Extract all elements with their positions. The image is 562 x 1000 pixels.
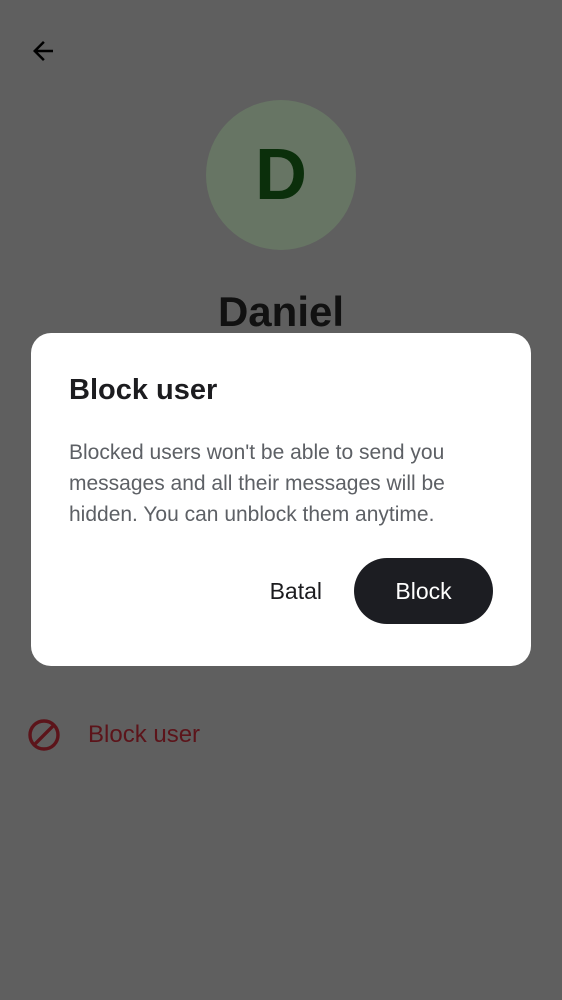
arrow-left-icon [33,41,53,61]
cancel-button[interactable]: Batal [254,558,338,624]
avatar: D [206,100,356,250]
block-user-dialog: Block user Blocked users won't be able t… [31,333,531,666]
block-user-row[interactable]: Block user [26,714,200,756]
dialog-actions: Batal Block [254,558,493,624]
profile-name: Daniel [217,288,345,335]
block-user-label: Block user [88,721,201,748]
back-button[interactable] [24,32,62,70]
screen: D Daniel Block user Block user Blocked u… [0,0,562,1000]
dialog-message: Blocked users won't be able to send you … [69,441,445,526]
block-icon [26,717,62,753]
avatar-letter: D [255,135,307,215]
dialog-title: Block user [69,374,218,406]
confirm-block-button[interactable]: Block [354,558,493,624]
